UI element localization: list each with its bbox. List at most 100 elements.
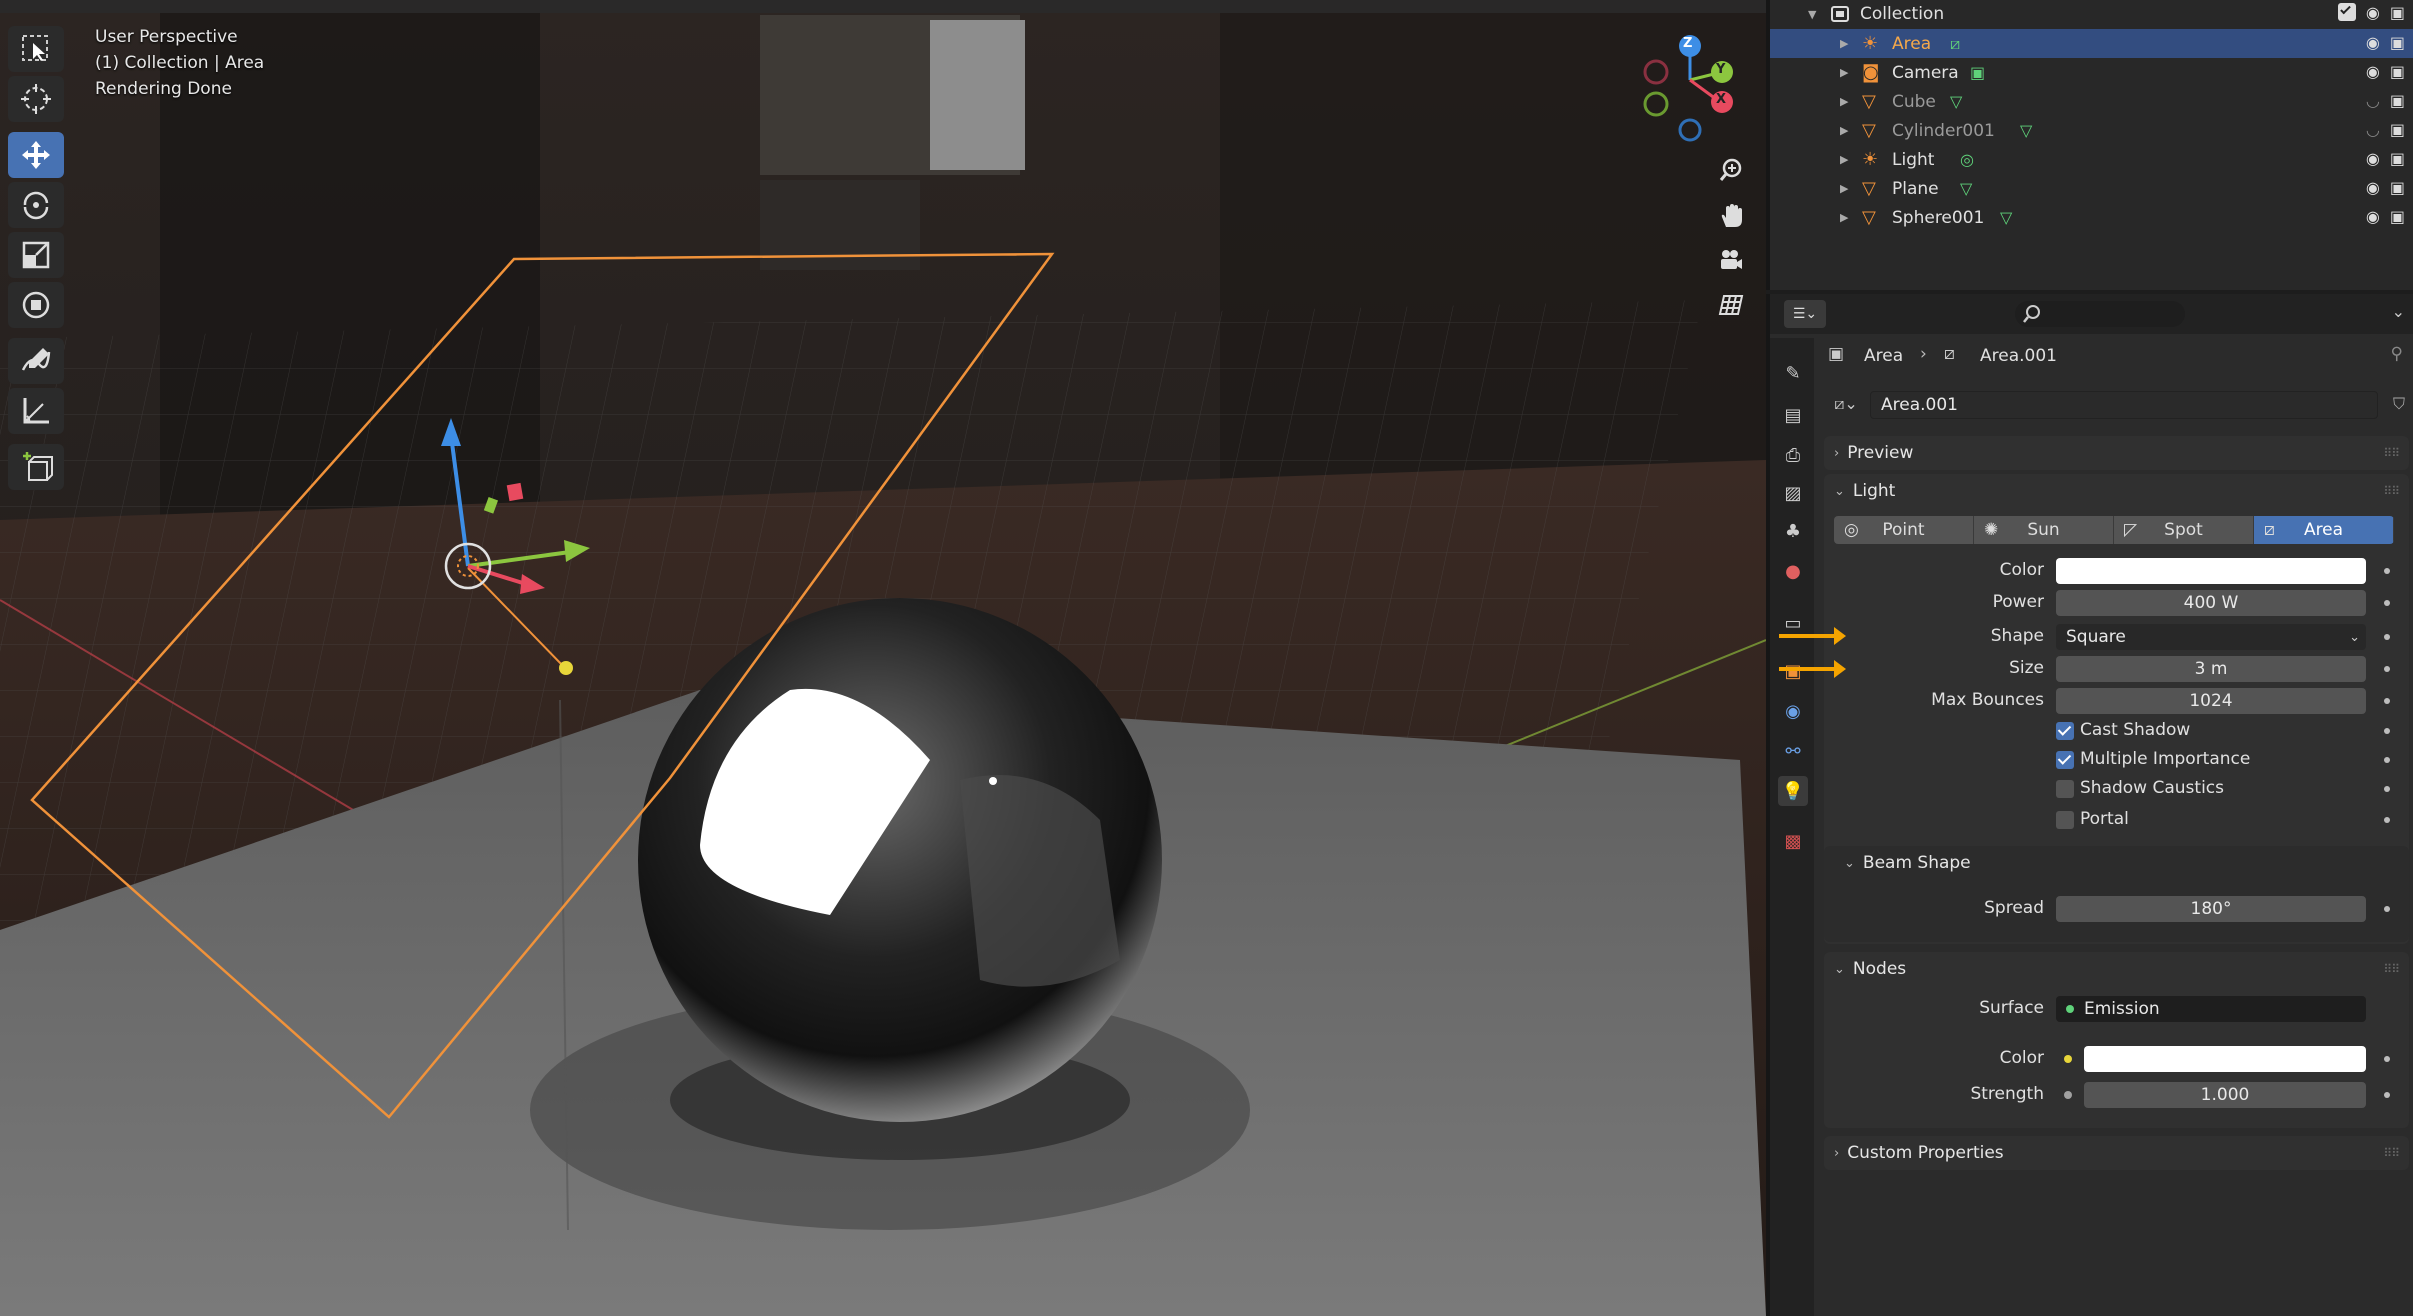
object-data-icon[interactable]: ▽ [2020, 121, 2032, 140]
keyframe-dot[interactable] [2384, 600, 2390, 606]
editor-type-button[interactable]: ☰⌄ [1784, 300, 1826, 328]
transform-tool[interactable] [8, 282, 64, 328]
visibility-eye-icon[interactable]: ◡ [2366, 120, 2380, 139]
beam-shape-header[interactable]: ⌄ Beam Shape [1834, 846, 2404, 880]
keyframe-dot[interactable] [2384, 1092, 2390, 1098]
tab-render[interactable]: ▤ [1778, 400, 1808, 430]
node-color-swatch[interactable] [2084, 1046, 2366, 1072]
outliner-row-plane[interactable]: ▶ ▽ Plane ▽ ◉ ▣ [1770, 174, 2413, 203]
visibility-eye-icon[interactable]: ◉ [2366, 33, 2380, 52]
visibility-eye-icon[interactable]: ◡ [2366, 91, 2380, 110]
object-data-icon[interactable]: ▽ [1960, 179, 1972, 198]
keyframe-dot[interactable] [2384, 666, 2390, 672]
preview-panel-header[interactable]: › Preview ⠿⠿ [1824, 436, 2409, 470]
ortho-toggle-button[interactable] [1711, 285, 1751, 325]
custom-properties-header[interactable]: › Custom Properties ⠿⠿ [1824, 1136, 2409, 1170]
collapse-chevron-icon[interactable]: ⌄ [2392, 302, 2405, 321]
outliner[interactable]: ▼ Collection ◉ ▣ ▶ ☀ Area ⧄ ◉ ▣ ▶ ◙ Camera ▣ ◉ ▣ ▶ ▽ C… [1766, 0, 2413, 290]
light-type-area[interactable]: ⧄ Area [2254, 516, 2394, 544]
light-panel-header[interactable]: ⌄ Light ⠿⠿ [1824, 474, 2409, 508]
tab-light-data[interactable]: 💡 [1778, 776, 1808, 806]
size-field[interactable]: 3 m [2056, 656, 2366, 682]
3d-viewport[interactable]: User Perspective (1) Collection | Area R… [0, 0, 1766, 1316]
power-field[interactable]: 400 W [2056, 590, 2366, 616]
cast-shadow-checkbox[interactable] [2056, 722, 2074, 740]
pan-button[interactable] [1711, 196, 1751, 236]
cursor-tool[interactable] [8, 76, 64, 122]
outliner-row-camera[interactable]: ▶ ◙ Camera ▣ ◉ ▣ [1770, 58, 2413, 87]
scale-tool[interactable] [8, 232, 64, 278]
portal-checkbox[interactable] [2056, 811, 2074, 829]
render-camera-icon[interactable]: ▣ [2390, 33, 2405, 52]
select-box-tool[interactable] [8, 26, 64, 72]
datablock-type-button[interactable]: ⧄⌄ [1826, 390, 1866, 418]
expand-triangle-icon[interactable]: ▶ [1840, 153, 1848, 166]
object-data-icon[interactable]: ▽ [2000, 208, 2012, 227]
expand-triangle-icon[interactable]: ▶ [1840, 95, 1848, 108]
annotate-tool[interactable] [8, 338, 64, 384]
render-camera-icon[interactable]: ▣ [2390, 3, 2405, 22]
pin-icon[interactable]: ⚲ [2391, 344, 2403, 364]
measure-tool[interactable] [8, 388, 64, 434]
include-checkbox-icon[interactable] [2337, 3, 2356, 21]
spread-field[interactable]: 180° [2056, 896, 2366, 922]
light-type-spot[interactable]: ◸ Spot [2114, 516, 2254, 544]
outliner-row-sphere001[interactable]: ▶ ▽ Sphere001 ▽ ◉ ▣ [1770, 203, 2413, 232]
portal-label[interactable]: Portal [2080, 809, 2129, 829]
nodes-panel-header[interactable]: ⌄ Nodes ⠿⠿ [1824, 952, 2409, 986]
drag-grip-icon[interactable]: ⠿⠿ [2383, 1146, 2400, 1160]
outliner-row-cylinder001[interactable]: ▶ ▽ Cylinder001 ▽ ◡ ▣ [1770, 116, 2413, 145]
keyframe-dot[interactable] [2384, 698, 2390, 704]
datablock-selector[interactable]: ⧄⌄ Area.001 ⛉ [1824, 390, 2409, 420]
object-data-icon[interactable]: ▣ [1970, 63, 1985, 82]
tab-object[interactable]: ▣ [1778, 656, 1808, 686]
keyframe-dot[interactable] [2384, 568, 2390, 574]
expand-triangle-icon[interactable]: ▶ [1840, 37, 1848, 50]
gizmo-x-label[interactable]: X [1716, 92, 1726, 107]
outliner-row-area[interactable]: ▶ ☀ Area ⧄ ◉ ▣ [1770, 29, 2413, 58]
render-camera-icon[interactable]: ▣ [2390, 207, 2405, 226]
render-camera-icon[interactable]: ▣ [2390, 178, 2405, 197]
expand-triangle-icon[interactable]: ▼ [1808, 8, 1816, 21]
datablock-name[interactable]: Area.001 [1870, 391, 2378, 419]
zoom-button[interactable] [1711, 150, 1751, 190]
visibility-eye-icon[interactable]: ◉ [2366, 149, 2380, 168]
max-bounces-field[interactable]: 1024 [2056, 688, 2366, 714]
add-cube-tool[interactable] [8, 444, 64, 490]
keyframe-dot[interactable] [2384, 757, 2390, 763]
move-tool[interactable] [8, 132, 64, 178]
tab-output[interactable]: ⎙ [1778, 440, 1808, 470]
multiple-importance-label[interactable]: Multiple Importance [2080, 749, 2250, 769]
shadow-caustics-checkbox[interactable] [2056, 780, 2074, 798]
properties-editor[interactable]: ☰⌄ ⌄ ✎ ▤ ⎙ ▨ ♣ ● ▭ ▣ ◉ ⚯ 💡 ▩ ▣ Area › ⧄ … [1766, 294, 2413, 1316]
visibility-eye-icon[interactable]: ◉ [2366, 3, 2380, 22]
camera-view-button[interactable] [1711, 240, 1751, 280]
drag-grip-icon[interactable]: ⠿⠿ [2383, 962, 2400, 976]
visibility-eye-icon[interactable]: ◉ [2366, 178, 2380, 197]
expand-triangle-icon[interactable]: ▶ [1840, 124, 1848, 137]
cast-shadow-label[interactable]: Cast Shadow [2080, 720, 2190, 740]
object-data-icon[interactable]: ▽ [1950, 92, 1962, 111]
render-camera-icon[interactable]: ▣ [2390, 62, 2405, 81]
keyframe-dot[interactable] [2384, 786, 2390, 792]
keyframe-dot[interactable] [2384, 1056, 2390, 1062]
expand-triangle-icon[interactable]: ▶ [1840, 182, 1848, 195]
keyframe-dot[interactable] [2384, 634, 2390, 640]
drag-grip-icon[interactable]: ⠿⠿ [2383, 484, 2400, 498]
object-data-icon[interactable]: ⧄ [1950, 34, 1960, 54]
tab-physics[interactable]: ◉ [1778, 696, 1808, 726]
shadow-caustics-label[interactable]: Shadow Caustics [2080, 778, 2224, 798]
keyframe-dot[interactable] [2384, 728, 2390, 734]
strength-field[interactable]: 1.000 [2084, 1082, 2366, 1108]
color-swatch[interactable] [2056, 558, 2366, 584]
visibility-eye-icon[interactable]: ◉ [2366, 62, 2380, 81]
light-type-sun[interactable]: ✺ Sun [1974, 516, 2114, 544]
render-camera-icon[interactable]: ▣ [2390, 149, 2405, 168]
surface-field[interactable]: Emission [2056, 996, 2366, 1022]
drag-grip-icon[interactable]: ⠿⠿ [2383, 446, 2400, 460]
outliner-row-light[interactable]: ▶ ☀ Light ◎ ◉ ▣ [1770, 145, 2413, 174]
expand-triangle-icon[interactable]: ▶ [1840, 211, 1848, 224]
gizmo-z-label[interactable]: Z [1683, 36, 1692, 51]
light-type-point[interactable]: ◎ Point [1834, 516, 1974, 544]
gizmo-y-label[interactable]: Y [1716, 62, 1725, 77]
